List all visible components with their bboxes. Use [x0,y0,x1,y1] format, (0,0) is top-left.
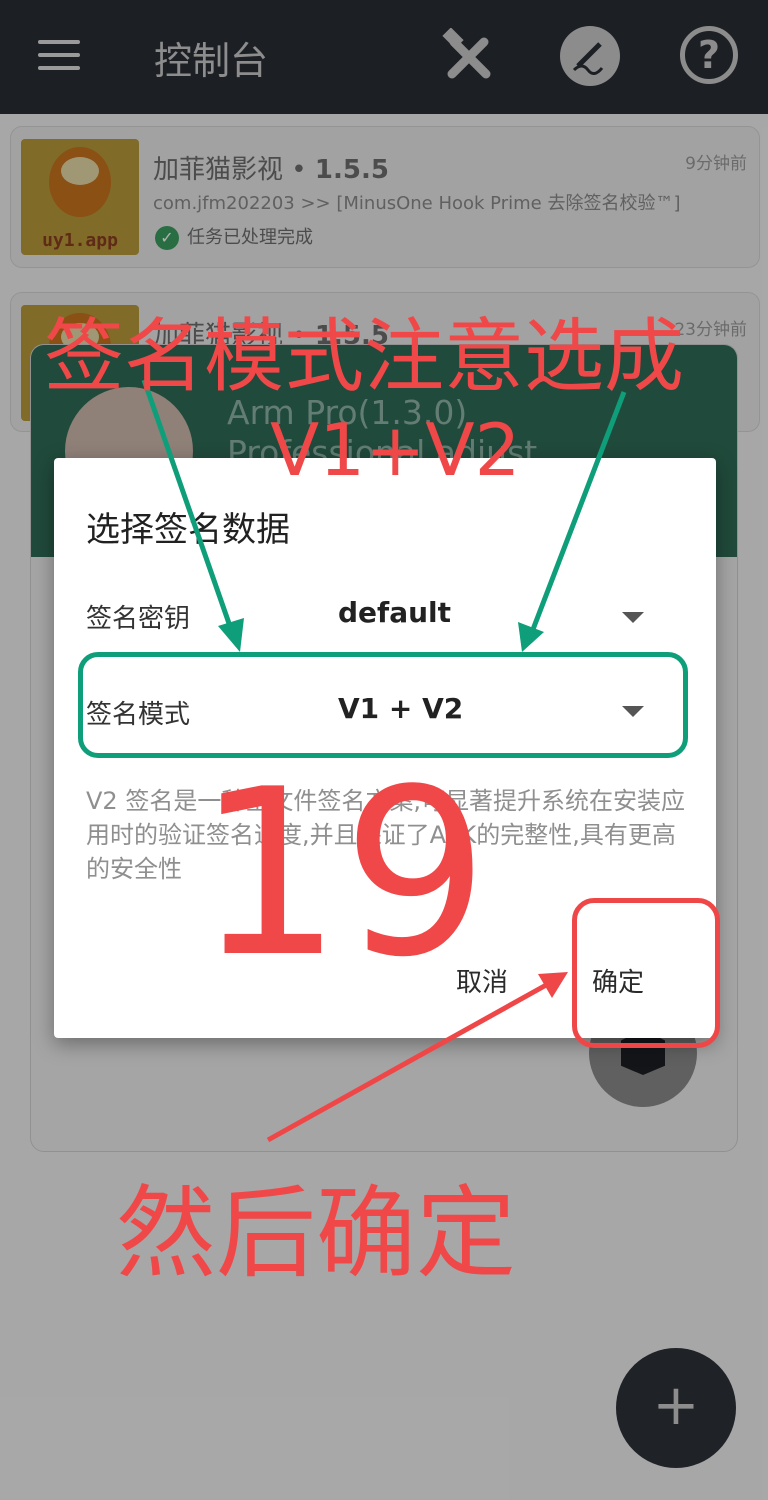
add-button[interactable]: + [616,1348,736,1468]
annotation-text-bottom: 然后确定 [116,1175,516,1292]
annotation-text-top: 签名模式注意选成 [44,310,684,403]
annotation-text-mode: V1+V2 [270,408,521,492]
annotation-step-number: 19 [196,741,489,1008]
